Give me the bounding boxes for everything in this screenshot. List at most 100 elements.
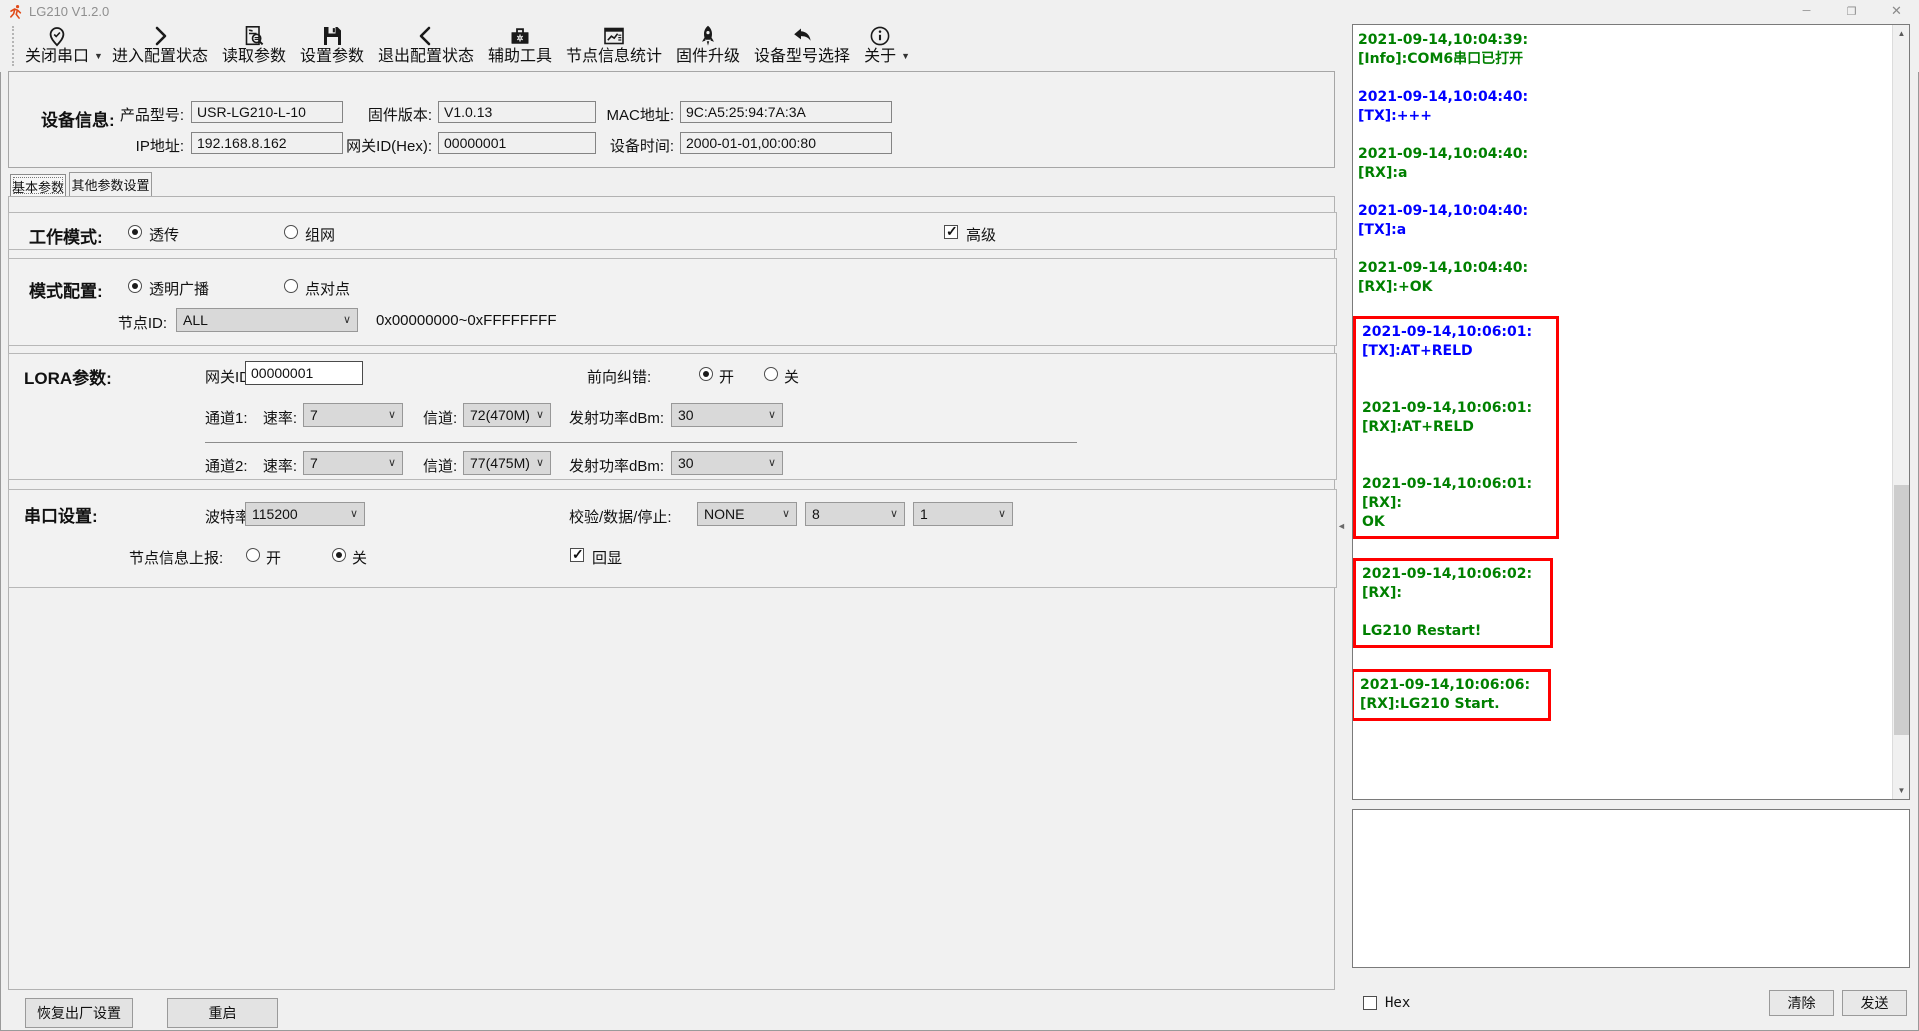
chevron-down-icon: ∨	[343, 313, 351, 326]
toolbar-close-serial-button[interactable]: 关闭串口	[18, 22, 96, 66]
minimize-button[interactable]: ─	[1784, 0, 1829, 22]
node-report-off-radio[interactable]	[332, 548, 346, 562]
restore-button[interactable]: ❐	[1829, 0, 1874, 22]
toolbar-node-stats-button[interactable]: 节点信息统计	[559, 22, 669, 66]
fec-label: 前向纠错:	[587, 366, 651, 387]
lora-gateway-id-input[interactable]	[245, 361, 363, 385]
channel1-rate-value: 7	[310, 407, 318, 423]
log-group: 2021-09-14,10:04:40:[TX]:a	[1358, 202, 1892, 240]
channel1-channel-value: 72(470M)	[470, 407, 530, 423]
log-annotation-box: 2021-09-14,10:06:01:[TX]:AT+RELD2021-09-…	[1353, 316, 1559, 539]
mode-p2p-radio[interactable]	[284, 279, 298, 293]
channel2-channel-select[interactable]: 77(475M) ∨	[463, 451, 551, 475]
fec-off-label: 关	[784, 366, 799, 387]
stop-bits-value: 1	[920, 506, 928, 522]
tab-basic-params[interactable]: 基本参数	[10, 174, 66, 197]
tab-other-params[interactable]: 其他参数设置	[69, 172, 152, 197]
scrollbar-down-icon[interactable]: ▼	[1893, 782, 1910, 799]
send-button[interactable]: 发送	[1842, 990, 1907, 1016]
log-line: [RX]:	[1362, 494, 1550, 513]
scroll-left-icon[interactable]: ◄	[1337, 521, 1346, 531]
channel2-power-select[interactable]: 30 ∨	[671, 451, 783, 475]
work-mode-transparent-radio[interactable]	[128, 225, 142, 239]
device-time-field[interactable]: 2000-01-01,00:00:80	[680, 132, 892, 154]
chevron-down-icon: ∨	[768, 456, 776, 469]
channel1-rate-select[interactable]: 7 ∨	[303, 403, 403, 427]
fec-off-radio[interactable]	[764, 367, 778, 381]
ip-address-label: IP地址:	[69, 135, 184, 156]
parity-data-stop-label: 校验/数据/停止:	[569, 506, 672, 527]
toolbar-device-model-button[interactable]: 设备型号选择	[747, 22, 857, 66]
caret-down-icon[interactable]: ▼	[94, 51, 103, 61]
log-line: [TX]:AT+RELD	[1362, 342, 1550, 361]
log-group: 2021-09-14,10:04:40:[RX]:+OK	[1358, 259, 1892, 297]
scrollbar-up-icon[interactable]: ▲	[1893, 25, 1910, 42]
device-time-label: 设备时间:	[549, 135, 674, 156]
toolbar-aux-tools-button[interactable]: 辅助工具	[481, 22, 559, 66]
serial-settings-label: 串口设置:	[24, 502, 98, 527]
node-id-select[interactable]: ALL ∨	[176, 308, 358, 332]
scrollbar-thumb[interactable]	[1894, 485, 1909, 735]
channel1-label: 通道1:	[205, 407, 248, 428]
mac-address-field[interactable]: 9C:A5:25:94:7A:3A	[680, 101, 892, 123]
toolbar-firmware-upgrade-button[interactable]: 固件升级	[669, 22, 747, 66]
window-controls: ─ ❐ ✕	[1784, 0, 1919, 22]
toolbar-about-button[interactable]: 关于	[857, 22, 903, 66]
log-scrollbar[interactable]: ▲ ▼	[1892, 25, 1909, 799]
channel2-rate-select[interactable]: 7 ∨	[303, 451, 403, 475]
log-line: [TX]:+++	[1358, 107, 1892, 126]
work-mode-network-radio[interactable]	[284, 225, 298, 239]
chevron-down-icon: ∨	[536, 456, 544, 469]
log-line: [Info]:COM6串口已打开	[1358, 50, 1892, 69]
hex-checkbox[interactable]	[1363, 996, 1377, 1010]
echo-checkbox[interactable]	[570, 548, 584, 562]
toolbox-icon	[508, 24, 532, 48]
baud-select[interactable]: 115200 ∨	[245, 502, 365, 526]
device-info-panel: 设备信息: 产品型号: USR-LG210-L-10 固件版本: V1.0.13…	[8, 71, 1335, 168]
save-params-icon	[320, 24, 344, 48]
channel-divider	[205, 442, 1077, 443]
chevron-down-icon: ∨	[536, 408, 544, 421]
restart-button[interactable]: 重启	[167, 998, 278, 1028]
hex-label: Hex	[1385, 995, 1410, 1011]
log-content: 2021-09-14,10:04:39:[Info]:COM6串口已打开2021…	[1353, 25, 1892, 799]
toolbar-read-params-button[interactable]: 读取参数	[215, 22, 293, 66]
firmware-version-label: 固件版本:	[304, 104, 432, 125]
channel2-power-value: 30	[678, 455, 694, 471]
parity-select[interactable]: NONE ∨	[697, 502, 797, 526]
node-report-on-label: 开	[266, 547, 281, 568]
fec-on-radio[interactable]	[699, 367, 713, 381]
stop-bits-select[interactable]: 1 ∨	[913, 502, 1013, 526]
channel1-channel-select[interactable]: 72(470M) ∨	[463, 403, 551, 427]
log-line: OK	[1362, 513, 1550, 532]
node-stats-icon	[602, 24, 626, 48]
log-annotation-box: 2021-09-14,10:06:06:[RX]:LG210 Start.	[1353, 669, 1551, 721]
advanced-checkbox[interactable]	[944, 225, 958, 239]
channel2-label: 通道2:	[205, 455, 248, 476]
channel1-power-select[interactable]: 30 ∨	[671, 403, 783, 427]
channel2-channel-value: 77(475M)	[470, 455, 530, 471]
log-panel[interactable]: 2021-09-14,10:04:39:[Info]:COM6串口已打开2021…	[1352, 24, 1910, 800]
clear-button[interactable]: 清除	[1769, 990, 1834, 1016]
send-input[interactable]	[1352, 809, 1910, 968]
toolbar-exit-config-button[interactable]: 退出配置状态	[371, 22, 481, 66]
mode-config-label: 模式配置:	[29, 277, 103, 302]
toolbar-enter-config-button[interactable]: 进入配置状态	[105, 22, 215, 66]
fec-on-label: 开	[719, 366, 734, 387]
mode-broadcast-radio[interactable]	[128, 279, 142, 293]
log-group: 2021-09-14,10:04:40:[TX]:+++	[1358, 88, 1892, 126]
log-line: 2021-09-14,10:04:40:	[1358, 88, 1892, 107]
data-bits-select[interactable]: 8 ∨	[805, 502, 905, 526]
chevron-down-icon: ∨	[350, 507, 358, 520]
node-report-on-radio[interactable]	[246, 548, 260, 562]
work-mode-transparent-label: 透传	[149, 224, 179, 245]
caret-down-icon[interactable]: ▼	[901, 51, 910, 61]
log-line	[1362, 603, 1544, 622]
chevron-down-icon: ∨	[768, 408, 776, 421]
factory-reset-button[interactable]: 恢复出厂设置	[25, 998, 133, 1028]
log-entry: 2021-09-14,10:06:01:[TX]:AT+RELD	[1362, 323, 1550, 361]
log-line: [RX]:+OK	[1358, 278, 1892, 297]
log-entry: 2021-09-14,10:04:40:[TX]:+++	[1358, 88, 1892, 126]
toolbar-set-params-button[interactable]: 设置参数	[293, 22, 371, 66]
close-button[interactable]: ✕	[1874, 0, 1919, 22]
